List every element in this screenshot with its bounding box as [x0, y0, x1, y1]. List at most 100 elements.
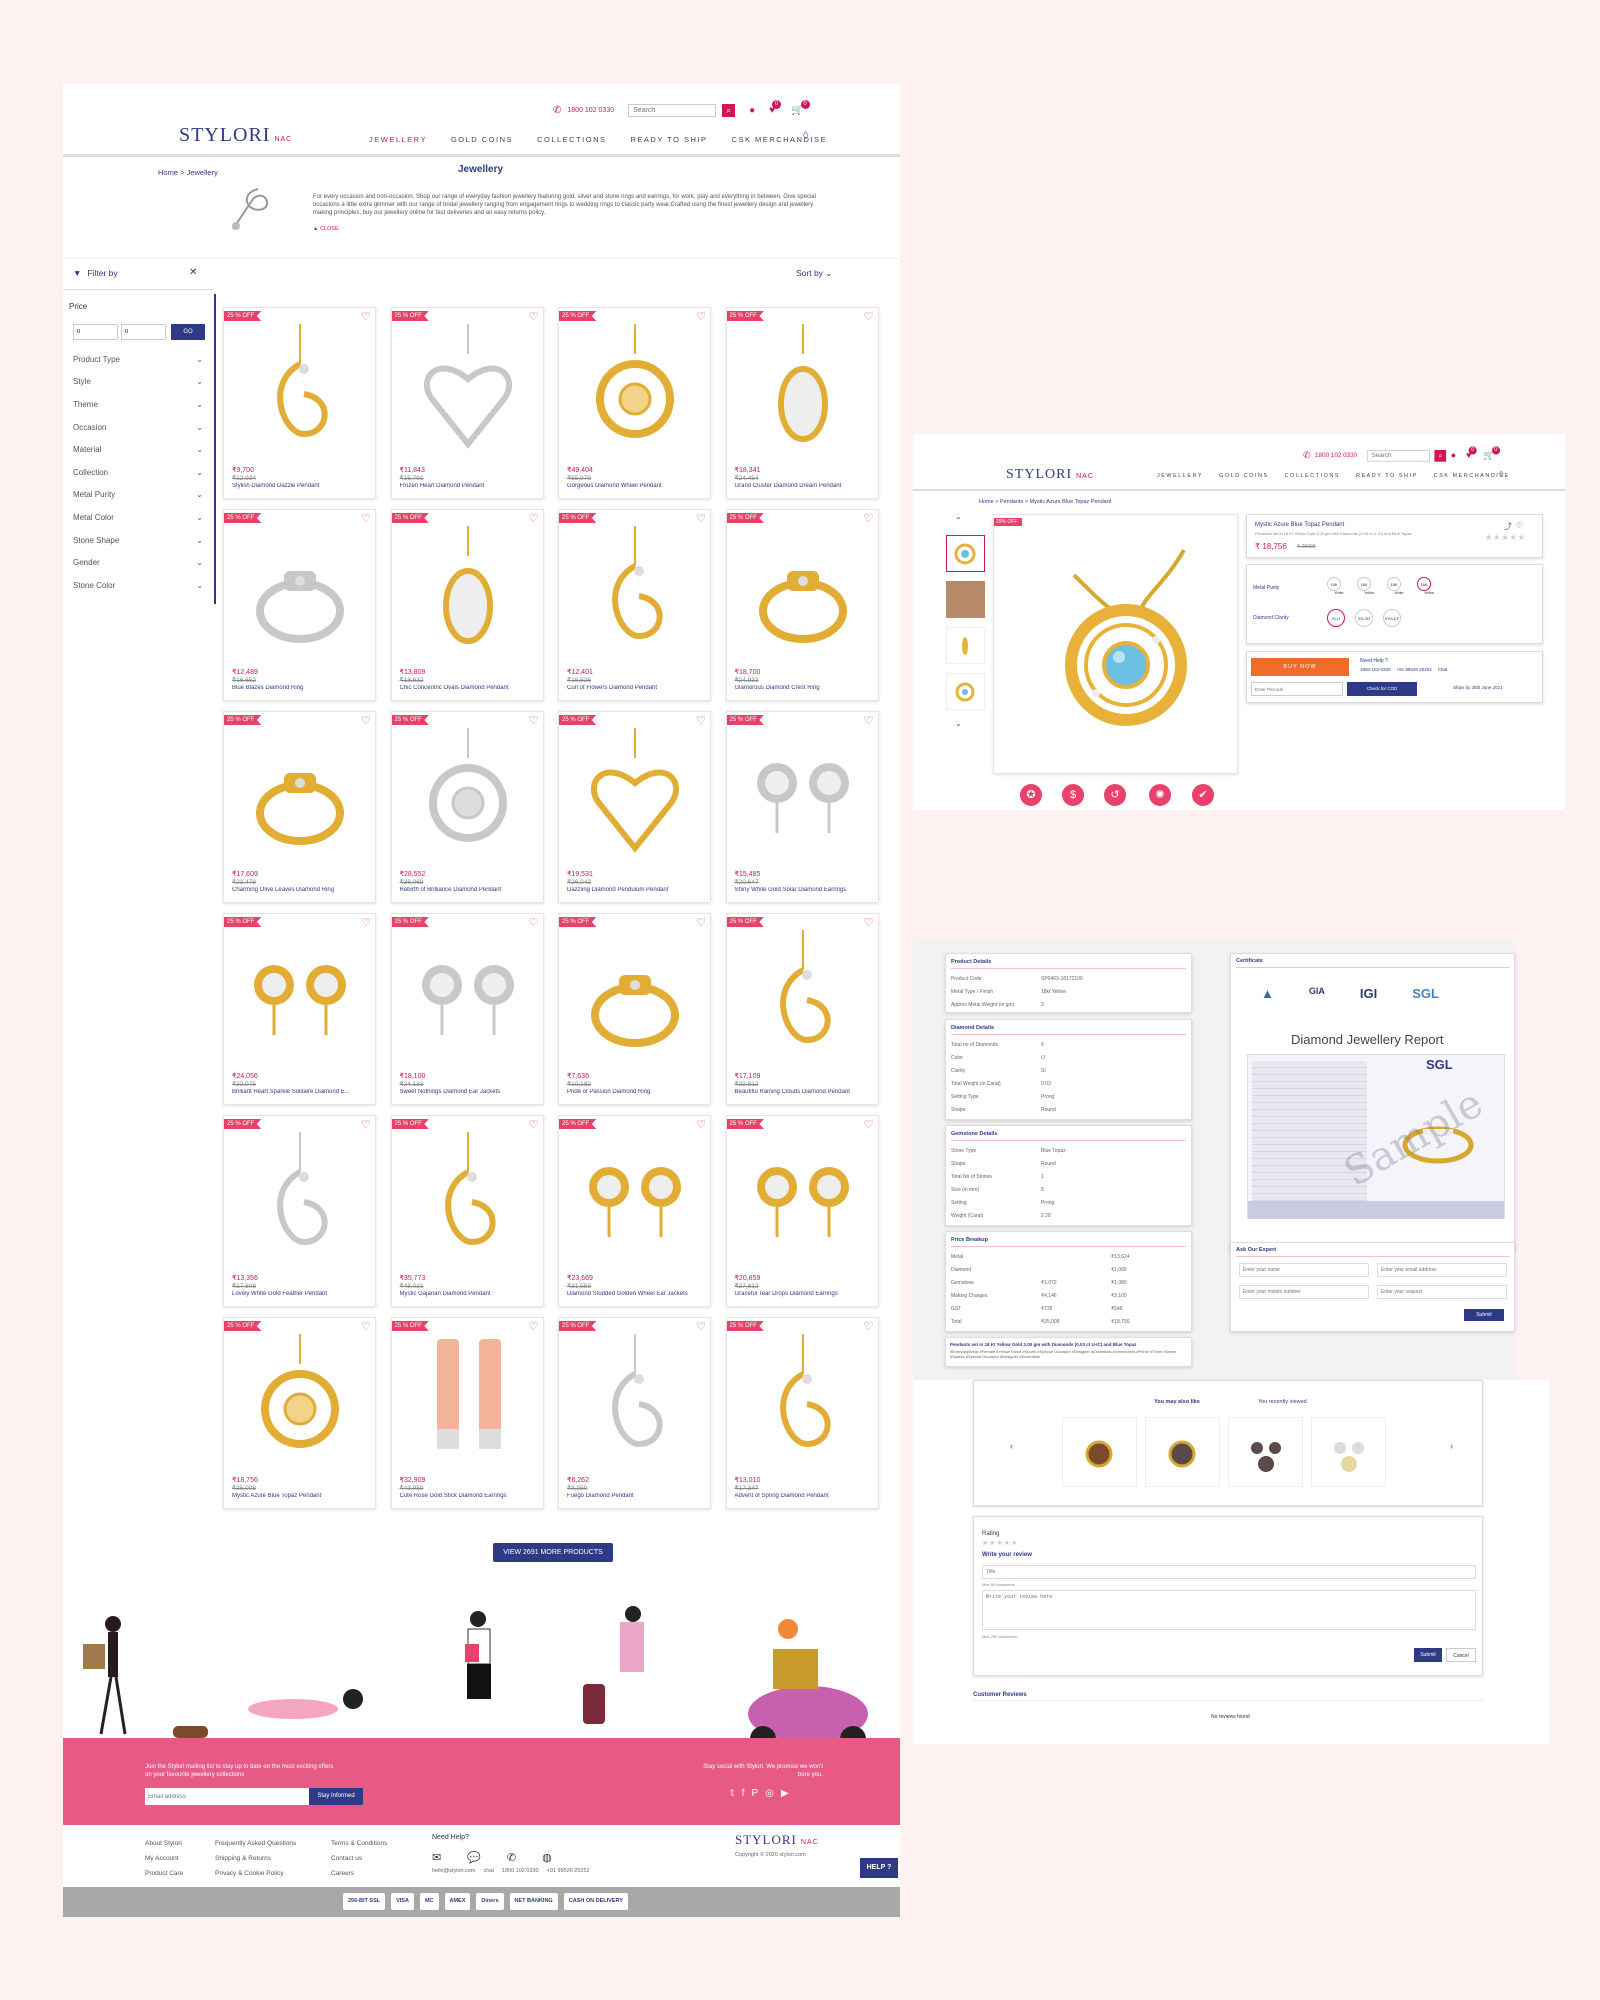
product-card[interactable]: 25 % OFF ♡ ₹19,531 ₹26,042 Dazzling Diam… [558, 711, 711, 903]
product-card[interactable]: 25 % OFF ♡ ₹18,100 ₹24,133 Sweet Nothing… [390, 913, 544, 1105]
product-name[interactable]: Mystic Gajanan Diamond Pendant [400, 1291, 540, 1297]
review-title-input[interactable] [982, 1565, 1476, 1579]
nav-csk-merchandise[interactable]: CSK MERCHANDISE [732, 135, 827, 144]
wishlist-heart-icon[interactable]: ♡ [864, 1118, 874, 1131]
filter-item[interactable]: Occasion ⌄ [73, 416, 203, 439]
search-input[interactable] [628, 104, 717, 117]
product-card[interactable]: 25 % OFF ♡ ₹18,756 ₹25,008 Mystic Azure … [223, 1317, 376, 1509]
clarity-option[interactable]: SI-IJ [1327, 609, 1345, 627]
filter-item[interactable]: Stone Shape ⌄ [73, 529, 203, 552]
purity-option[interactable]: 18K Yellow [1357, 573, 1381, 595]
carousel-prev-icon[interactable]: ‹ [1010, 1441, 1013, 1451]
filter-item[interactable]: Material ⌄ [73, 438, 203, 461]
product-image[interactable] [579, 526, 692, 666]
breadcrumb-current[interactable]: Jewellery [187, 168, 218, 177]
product-card[interactable]: 25 % OFF ♡ ₹7,636 ₹10,182 Pride of Passi… [558, 913, 711, 1105]
wishlist-heart-icon[interactable]: ♡ [529, 916, 539, 929]
wishlist-heart-icon[interactable]: ♡ [361, 714, 371, 727]
thumb-up-icon[interactable]: ⌃ [955, 516, 962, 525]
nav-jewellery[interactable]: JEWELLERY [1157, 473, 1203, 479]
product-image[interactable] [244, 930, 357, 1070]
wishlist-heart-icon[interactable]: ♡ [696, 714, 706, 727]
clarity-option[interactable]: VS-GH [1355, 609, 1373, 627]
product-name[interactable]: Diamond Studded Golden Wheel Ear Jackets [567, 1291, 707, 1297]
product-name[interactable]: Curl of Flowers Diamond Pendant [567, 685, 707, 691]
buy-now-button[interactable]: BUY NOW [1251, 658, 1349, 676]
logo[interactable]: STYLORI NAC [179, 124, 292, 147]
wishlist-heart-icon[interactable]: ♡ [529, 512, 539, 525]
pdp-bc-home[interactable]: Home [979, 499, 994, 505]
product-image[interactable] [244, 324, 357, 464]
review-stars-icon[interactable]: ★★★★★ [982, 1539, 1018, 1547]
facebook-icon[interactable]: f [742, 1788, 745, 1799]
product-card[interactable]: 25 % OFF ♡ ₹9,700 ₹12,934 Stylish Diamon… [223, 307, 376, 499]
product-image[interactable] [412, 930, 525, 1070]
filter-item[interactable]: Gender ⌄ [73, 551, 203, 574]
product-image[interactable] [579, 1334, 692, 1474]
footer-link[interactable]: About Stylori [145, 1836, 183, 1851]
purity-option[interactable]: 18K Yellow [1417, 573, 1441, 595]
main-image[interactable]: 25% OFF [993, 514, 1238, 774]
nav-collections[interactable]: COLLECTIONS [1285, 473, 1340, 479]
diamond-icon[interactable]: ◊ [1499, 469, 1503, 479]
filter-item[interactable]: Metal Color ⌄ [73, 506, 203, 529]
view-more-button[interactable]: VIEW 2691 MORE PRODUCTS [493, 1543, 613, 1562]
search-icon[interactable]: ⌕ [722, 104, 736, 117]
share-icon[interactable]: ⤴ [1504, 521, 1512, 532]
product-name[interactable]: Shiny White Gold Solar Diamond Earrings [735, 887, 875, 893]
close-filter-icon[interactable]: ✕ [189, 267, 197, 278]
product-card[interactable]: 25 % OFF ♡ ₹13,809 ₹18,632 Chic Concentr… [390, 509, 544, 701]
filter-header[interactable]: ▼ Filter by [73, 268, 118, 278]
cart-icon[interactable]: 🛒 0 [791, 100, 810, 116]
product-image[interactable] [244, 728, 357, 868]
footer-link[interactable]: My Account [145, 1851, 183, 1866]
instagram-icon[interactable]: ◎ [765, 1788, 774, 1799]
product-card[interactable]: 25 % OFF ♡ ₹28,552 ₹38,069 Rebirth of Br… [390, 711, 544, 903]
wishlist-heart-icon[interactable]: ♡ [696, 512, 706, 525]
product-name[interactable]: Grand Cluster Diamond Dream Pendant [735, 483, 875, 489]
product-card[interactable]: 25 % OFF ♡ ₹12,401 ₹16,535 Curl of Flowe… [558, 509, 711, 701]
related-item[interactable] [1311, 1417, 1386, 1487]
wishlist-heart-icon[interactable]: ♡ [696, 916, 706, 929]
ask-name-input[interactable] [1239, 1263, 1369, 1277]
pdp-logo[interactable]: STYLORI NAC [1006, 467, 1094, 483]
product-card[interactable]: 25 % OFF ♡ ₹17,609 ₹23,478 Charming Oliv… [223, 711, 376, 903]
wishlist-heart-icon[interactable]: ♡ [696, 1320, 706, 1333]
ask-request-input[interactable] [1377, 1285, 1507, 1299]
footer-link[interactable]: Contact us [331, 1851, 387, 1866]
product-card[interactable]: 25 % OFF ♡ ₹12,489 ₹16,652 Blue Blazes D… [223, 509, 376, 701]
product-name[interactable]: Brilliant Heart Sparkle Solitaire Diamon… [232, 1089, 372, 1095]
check-cod-button[interactable]: Check for COD [1347, 682, 1417, 696]
pincode-input[interactable] [1251, 682, 1343, 696]
footer-link[interactable]: Frequently Asked Questions [215, 1836, 296, 1851]
thumbnail[interactable] [946, 535, 985, 572]
whatsapp-icon[interactable]: ◍ [542, 1851, 552, 1864]
nav-collections[interactable]: COLLECTIONS [537, 135, 606, 144]
ask-email-input[interactable] [1377, 1263, 1507, 1277]
breadcrumb-home[interactable]: Home [158, 168, 178, 177]
wishlist-heart-icon[interactable]: ♡ [361, 512, 371, 525]
product-image[interactable] [244, 1334, 357, 1474]
product-card[interactable]: 25 % OFF ♡ ₹13,010 ₹17,347 Advent of Spr… [725, 1317, 879, 1509]
price-max-input[interactable] [121, 324, 166, 340]
mail-icon[interactable]: ✉ [432, 1851, 441, 1864]
wishlist-icon[interactable]: ♡ [1516, 521, 1523, 530]
footer-link[interactable]: Product Care [145, 1866, 183, 1881]
user-icon[interactable]: ● [749, 105, 755, 116]
thumbnail[interactable] [946, 673, 985, 710]
product-name[interactable]: Rebirth of Brilliance Diamond Pendant [400, 887, 540, 893]
wishlist-icon[interactable]: ♥ 0 [769, 100, 782, 116]
product-card[interactable]: 25 % OFF ♡ ₹49,404 ₹65,979 Gorgeous Diam… [558, 307, 711, 499]
youtube-icon[interactable]: ▶ [781, 1788, 789, 1799]
tab-recently-viewed[interactable]: You recently viewed [1258, 1399, 1307, 1405]
wishlist-heart-icon[interactable]: ♡ [696, 310, 706, 323]
product-image[interactable] [412, 728, 525, 868]
pdp-bc-cat[interactable]: Pendants [1000, 499, 1023, 505]
filter-item[interactable]: Collection ⌄ [73, 461, 203, 484]
wishlist-heart-icon[interactable]: ♡ [696, 1118, 706, 1131]
product-card[interactable]: 25 % OFF ♡ ₹24,056 ₹32,075 Brilliant Hea… [223, 913, 376, 1105]
cart-icon[interactable]: 🛒 0 [1483, 446, 1500, 461]
wishlist-heart-icon[interactable]: ♡ [361, 310, 371, 323]
diamond-icon[interactable]: ◊ [803, 130, 808, 142]
price-go-button[interactable]: GO [171, 324, 205, 340]
